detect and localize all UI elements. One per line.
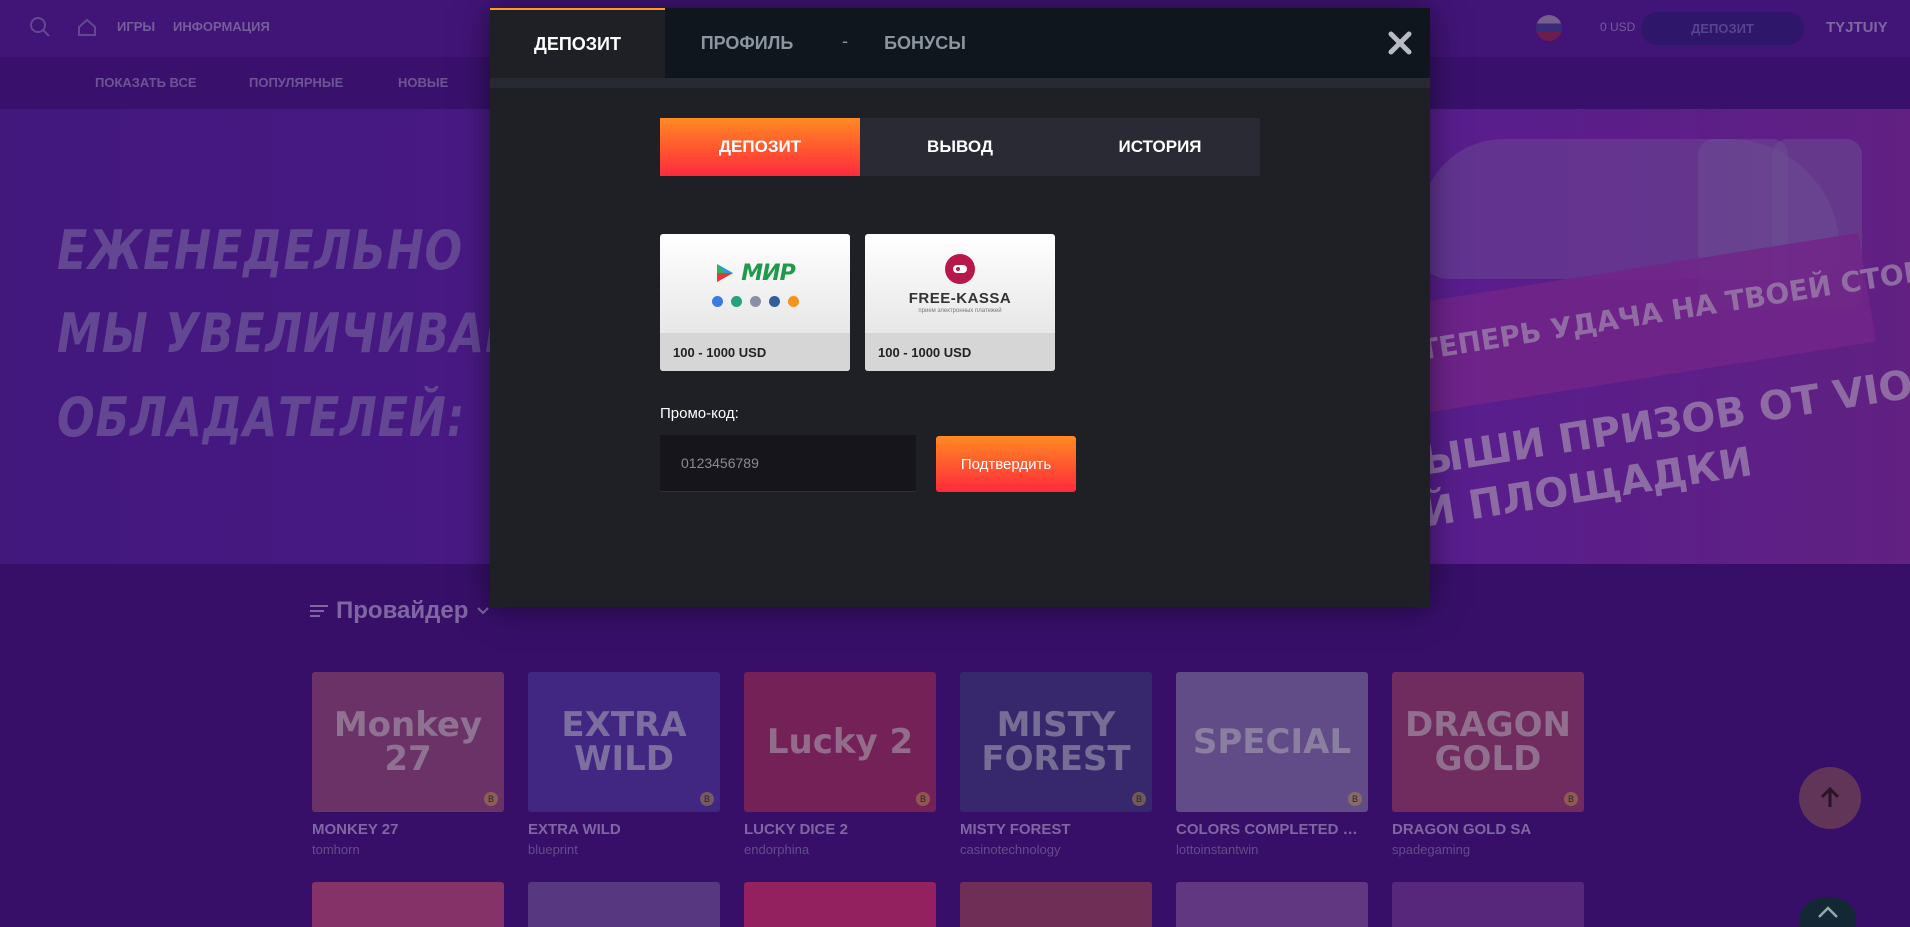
- play-icon: [717, 264, 734, 282]
- ethereum-icon: [749, 295, 761, 307]
- litecoin-icon: [768, 295, 780, 307]
- freekassa-brand: FREE-KASSA: [908, 289, 1012, 307]
- promo-code-input[interactable]: [660, 435, 916, 492]
- confirm-button[interactable]: Подтвердить: [936, 436, 1076, 492]
- segment-withdraw[interactable]: ВЫВОД: [860, 118, 1060, 176]
- tether-icon: [730, 295, 742, 307]
- segment-history[interactable]: ИСТОРИЯ: [1060, 118, 1260, 176]
- segment-deposit[interactable]: ДЕПОЗИТ: [660, 118, 860, 176]
- close-icon[interactable]: [1386, 29, 1414, 57]
- usdc-icon: [711, 295, 723, 307]
- payment-method-freekassa[interactable]: FREE-KASSA прием электронных платежей 10…: [865, 234, 1055, 371]
- promo-code-label: Промо-код:: [660, 405, 739, 422]
- payment-method-mir[interactable]: МИР 100 - 1000 USD: [660, 234, 850, 371]
- deposit-range: 100 - 1000 USD: [865, 333, 1055, 371]
- bitcoin-icon: [787, 295, 799, 307]
- deposit-modal: ДЕПОЗИТ ПРОФИЛЬ - БОНУСЫ ДЕПОЗИТ ВЫВОД И…: [490, 8, 1430, 607]
- deposit-segment-control: ДЕПОЗИТ ВЫВОД ИСТОРИЯ: [660, 118, 1260, 176]
- freekassa-logo: FREE-KASSA прием электронных платежей: [865, 234, 1055, 333]
- freekassa-subtitle: прием электронных платежей: [918, 307, 1002, 314]
- mir-brand: МИР: [741, 260, 795, 286]
- crypto-icons: [711, 295, 799, 307]
- tab-bonuses[interactable]: БОНУСЫ: [860, 8, 990, 78]
- mir-logo: МИР: [660, 234, 850, 333]
- tab-profile[interactable]: ПРОФИЛЬ: [665, 8, 829, 78]
- tab-separator: -: [842, 31, 848, 51]
- deposit-range: 100 - 1000 USD: [660, 333, 850, 371]
- tab-bar-divider: [490, 78, 1430, 88]
- freekassa-icon: [945, 253, 975, 284]
- tab-deposit[interactable]: ДЕПОЗИТ: [490, 8, 665, 78]
- modal-tab-bar: ДЕПОЗИТ ПРОФИЛЬ - БОНУСЫ: [490, 8, 1430, 78]
